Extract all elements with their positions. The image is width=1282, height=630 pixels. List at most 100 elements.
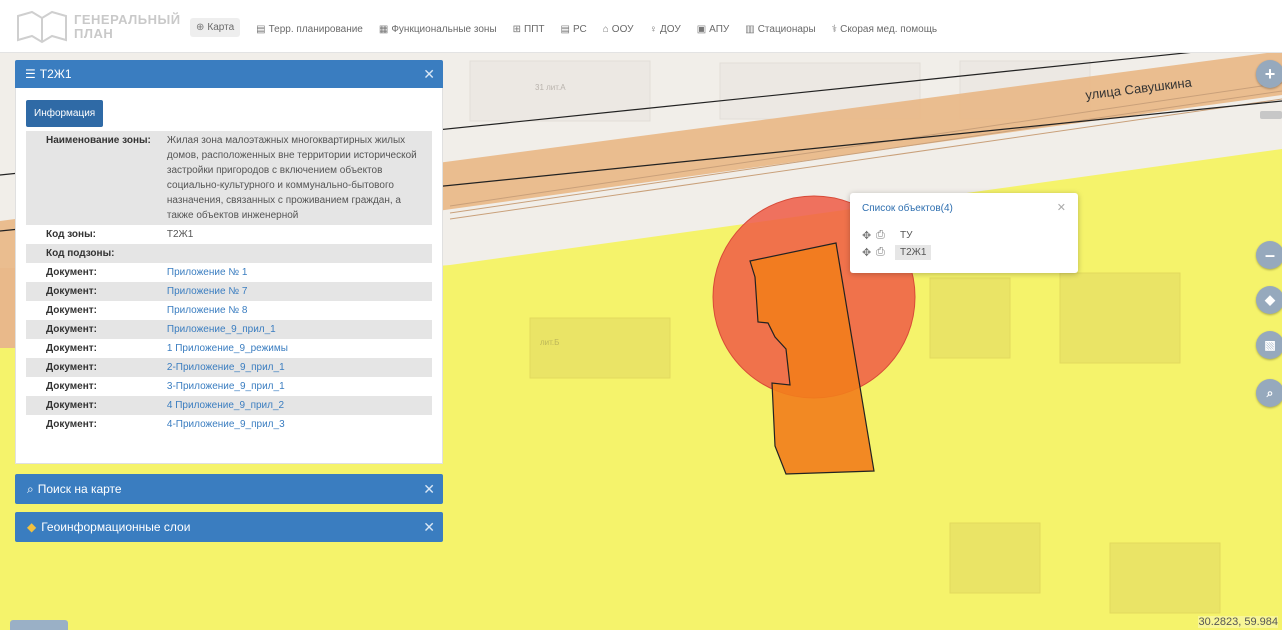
zoom-in-button[interactable]: + xyxy=(1256,60,1282,88)
nav-item-4[interactable]: ▤ РС xyxy=(561,22,587,37)
nav-item-0[interactable]: ⊕ Карта xyxy=(190,18,241,37)
nav-item-label: РС xyxy=(572,24,587,35)
table-row: Код подзоны: xyxy=(26,244,432,263)
document-link[interactable]: 4 Приложение_9_прил_2 xyxy=(167,400,284,411)
nav-item-label: ДОУ xyxy=(660,24,681,35)
nav-item-3[interactable]: ⊞ ППТ xyxy=(513,22,545,37)
search-icon: ⌕ xyxy=(27,481,34,496)
popup-list-item[interactable]: ✥ ⎙ Т2Ж1 xyxy=(862,244,932,260)
popup-item-label[interactable]: ТУ xyxy=(895,228,917,243)
table-row: Документ: 1 Приложение_9_режимы xyxy=(26,339,432,358)
search-panel-header[interactable]: ⌕ Поиск на карте ✕ xyxy=(15,474,443,504)
attribute-value: Приложение_9_прил_1 xyxy=(158,320,432,339)
attribute-value: 4 Приложение_9_прил_2 xyxy=(158,396,432,415)
attributes-table: Наименование зоны: Жилая зона малоэтажных… xyxy=(26,131,432,434)
attribute-value: 1 Приложение_9_режимы xyxy=(159,339,432,358)
table-row: Документ: Приложение № 8 xyxy=(26,301,432,320)
close-icon[interactable]: ✕ xyxy=(423,519,435,536)
document-link[interactable]: 4-Приложение_9_прил_3 xyxy=(167,419,285,430)
attribute-key: Код зоны: xyxy=(46,229,96,240)
document-link[interactable]: 3-Приложение_9_прил_1 xyxy=(167,381,285,392)
attribute-key: Документ: xyxy=(26,320,159,339)
document-icon: ▤ xyxy=(256,24,266,35)
table-row: Документ: 4 Приложение_9_прил_2 xyxy=(26,396,432,415)
attribute-value xyxy=(158,244,432,263)
nav-item-label: Функциональные зоны xyxy=(391,24,497,35)
nav-item-9[interactable]: ⚕ Скорая мед. помощь xyxy=(832,22,937,37)
close-icon[interactable]: ✕ xyxy=(423,66,435,83)
table-row: Документ: 2-Приложение_9_прил_1 xyxy=(26,358,432,377)
nav-item-label: Скорая мед. помощь xyxy=(840,24,938,35)
logo-text: ГЕНЕРАЛЬНЫЙ ПЛАН xyxy=(74,13,181,41)
table-row: Наименование зоны: Жилая зона малоэтажных… xyxy=(26,131,432,225)
bottom-panel-tab[interactable] xyxy=(10,620,68,630)
nav-item-label: ППТ xyxy=(524,24,545,35)
layers-icon: ◆ xyxy=(27,520,37,534)
attribute-key: Документ: xyxy=(46,267,98,278)
grid-icon: ▦ xyxy=(378,24,389,35)
nav-item-6[interactable]: ♀ ДОУ xyxy=(650,22,681,37)
document-link[interactable]: Приложение № 7 xyxy=(167,286,248,297)
print-icon[interactable]: ⎙ xyxy=(876,246,890,259)
attribute-value: Жилая зона малоэтажных многоквартирных ж… xyxy=(158,131,432,225)
table-row: Код зоны: Т2Ж1 xyxy=(26,225,432,244)
document-link[interactable]: Приложение № 1 xyxy=(167,267,248,278)
document-link[interactable]: 1 Приложение_9_режимы xyxy=(167,343,288,354)
document-link[interactable]: Приложение_9_прил_1 xyxy=(167,324,276,335)
site-logo[interactable]: ГЕНЕРАЛЬНЫЙ ПЛАН xyxy=(14,8,181,46)
zoom-out-button[interactable]: – xyxy=(1256,241,1282,269)
close-icon[interactable]: ✕ xyxy=(423,481,435,498)
image-icon: ▣ xyxy=(696,24,707,35)
panel-header: ☰ Т2Ж1 ✕ xyxy=(15,60,443,88)
close-icon[interactable]: ✕ xyxy=(1057,201,1066,214)
attribute-value: 2-Приложение_9_прил_1 xyxy=(158,358,432,377)
nav-item-label: АПУ xyxy=(709,24,730,35)
attribute-key: Документ: xyxy=(46,305,98,316)
table-row: Документ: Приложение № 1 xyxy=(26,263,432,282)
popup-list-item[interactable]: ✥ ⎙ ТУ xyxy=(862,227,917,243)
print-icon[interactable]: ⎙ xyxy=(876,229,890,242)
building-label: лит.Б xyxy=(540,338,560,347)
globe-icon: ⊕ xyxy=(196,22,205,33)
nav-item-1[interactable]: ▤ Терр. планирование xyxy=(256,22,363,37)
layers-panel-title: Геоинформационные слои xyxy=(41,520,191,534)
map-style-icon[interactable]: ▧ xyxy=(1256,331,1282,359)
nav-item-2[interactable]: ▦ Функциональные зоны xyxy=(379,22,497,37)
search-icon[interactable]: ⌕ xyxy=(1256,379,1282,407)
popup-item-label[interactable]: Т2Ж1 xyxy=(895,244,932,260)
nav-item-8[interactable]: ▥ Стационары xyxy=(745,22,815,37)
attribute-key: Документ: xyxy=(46,419,98,430)
document-link[interactable]: Приложение № 8 xyxy=(167,305,248,316)
tab-information[interactable]: Информация xyxy=(26,100,104,127)
table-row: Документ: 4-Приложение_9_прил_3 xyxy=(26,415,432,434)
nav-item-7[interactable]: ▣ АПУ xyxy=(697,22,730,37)
move-icon[interactable]: ✥ xyxy=(862,246,876,259)
attribute-value: 4-Приложение_9_прил_3 xyxy=(159,415,432,434)
sheet-icon: ▤ xyxy=(560,24,570,35)
logo-line-2: ПЛАН xyxy=(74,26,114,41)
table-icon: ⊞ xyxy=(512,24,522,35)
attribute-value: Т2Ж1 xyxy=(166,229,194,240)
building-label: 31 лит.А xyxy=(535,83,566,92)
attribute-key: Документ: xyxy=(26,358,159,377)
move-icon[interactable]: ✥ xyxy=(862,229,876,242)
popup-title: Список объектов(4) xyxy=(862,203,953,214)
school-icon: ⌂ xyxy=(602,24,609,35)
document-link[interactable]: 2-Приложение_9_прил_1 xyxy=(167,362,285,373)
panel-body: Информация Наименование зоны: Жилая зона … xyxy=(15,88,443,464)
attribute-key: Документ: xyxy=(26,282,159,301)
list-icon: ☰ xyxy=(25,67,36,81)
layers-panel-header[interactable]: ◆ Геоинформационные слои ✕ xyxy=(15,512,443,542)
attribute-value: Приложение № 7 xyxy=(158,282,432,301)
attribute-key: Документ: xyxy=(26,396,159,415)
zone-info-panel: ☰ Т2Ж1 ✕ Информация Наименование зоны: Жи… xyxy=(15,60,443,464)
attribute-key: Код подзоны: xyxy=(26,244,159,263)
zoom-slider[interactable] xyxy=(1260,111,1282,119)
objects-popup: Список объектов(4) ✕ ✥ ⎙ ТУ ✥ ⎙ Т2Ж1 xyxy=(850,193,1078,273)
attribute-key: Наименование зоны: xyxy=(26,131,159,225)
layers-icon[interactable]: ◆ xyxy=(1256,286,1282,314)
table-row: Документ: 3-Приложение_9_прил_1 xyxy=(26,377,432,396)
nav-item-5[interactable]: ⌂ ООУ xyxy=(603,22,634,37)
nav-item-label: Стационары xyxy=(757,24,816,35)
nav-item-label: Карта xyxy=(207,22,235,33)
